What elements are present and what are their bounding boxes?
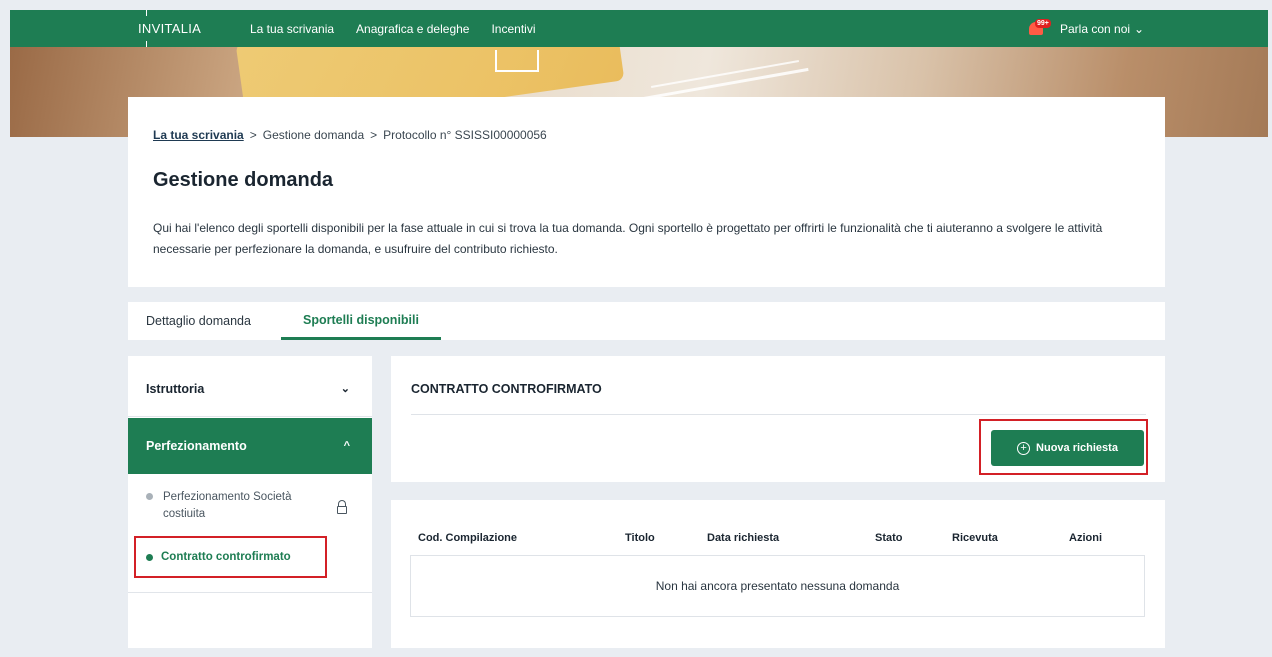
page-title: Gestione domanda	[153, 169, 334, 191]
sidebar-item-label: Contratto controfirmato	[161, 551, 291, 563]
nav-item-scrivania[interactable]: La tua scrivania	[250, 22, 334, 36]
brand-name: INVITALIA	[138, 21, 202, 36]
notification-badge: 99+	[1035, 19, 1051, 28]
notifications-bell-icon[interactable]: 99+	[1027, 19, 1051, 39]
sidebar-item-label: Perfezionamento Società costiuita	[163, 491, 292, 520]
breadcrumb-separator: >	[370, 128, 378, 142]
nav-item-incentivi[interactable]: Incentivi	[491, 22, 535, 36]
top-navbar: INVITALIA La tua scrivania Anagrafica e …	[10, 10, 1268, 47]
new-request-button[interactable]: + Nuova richiesta	[991, 430, 1144, 466]
divider	[128, 592, 372, 593]
new-request-label: Nuova richiesta	[1036, 442, 1118, 454]
tabs-bar: Dettaglio domanda Sportelli disponibili	[128, 302, 1165, 340]
lock-icon	[337, 500, 347, 514]
page-header-panel: La tua scrivania > Gestione domanda > Pr…	[128, 97, 1165, 287]
accordion-label: Perfezionamento	[146, 439, 247, 453]
main-nav: La tua scrivania Anagrafica e deleghe In…	[250, 10, 536, 47]
nav-item-anagrafica[interactable]: Anagrafica e deleghe	[356, 22, 469, 36]
column-header-titolo: Titolo	[625, 532, 655, 544]
empty-state-message: Non hai ancora presentato nessuna domand…	[410, 555, 1145, 617]
sidebar-accordion: Istruttoria ⌄ Perfezionamento ^ Perfezio…	[128, 356, 372, 648]
breadcrumb-separator: >	[249, 128, 257, 142]
section-title: CONTRATTO CONTROFIRMATO	[411, 382, 602, 396]
plus-circle-icon: +	[1017, 441, 1031, 455]
column-header-azioni: Azioni	[1069, 532, 1102, 544]
contact-menu[interactable]: Parla con noi ⌄	[1060, 10, 1144, 47]
accordion-label: Istruttoria	[146, 381, 205, 396]
tab-dettaglio-domanda[interactable]: Dettaglio domanda	[146, 302, 251, 340]
accordion-istruttoria[interactable]: Istruttoria ⌄	[128, 361, 372, 417]
sidebar-item-contratto-controfirmato[interactable]: Contratto controfirmato	[134, 536, 327, 578]
logo-tick-top	[146, 10, 147, 16]
chevron-down-icon: ⌄	[1134, 21, 1145, 36]
contract-section: CONTRATTO CONTROFIRMATO + Nuova richiest…	[391, 356, 1165, 482]
accordion-perfezionamento[interactable]: Perfezionamento ^	[128, 418, 372, 474]
divider	[411, 414, 1146, 415]
contact-label: Parla con noi	[1060, 21, 1131, 36]
column-header-cod-compilazione: Cod. Compilazione	[418, 532, 517, 544]
breadcrumb-protocol: Protocollo n° SSISSI00000056	[383, 128, 547, 142]
column-header-stato: Stato	[875, 532, 903, 544]
brand-logo[interactable]: INVITALIA	[138, 10, 201, 47]
breadcrumb-section: Gestione domanda	[262, 128, 365, 142]
status-dot	[146, 493, 153, 500]
column-header-data-richiesta: Data richiesta	[707, 532, 780, 544]
column-header-ricevuta: Ricevuta	[952, 532, 998, 544]
breadcrumb: La tua scrivania > Gestione domanda > Pr…	[153, 128, 547, 142]
hero-envelope-shape	[495, 50, 539, 72]
tab-sportelli-disponibili[interactable]: Sportelli disponibili	[281, 302, 441, 340]
page-description: Qui hai l'elenco degli sportelli disponi…	[153, 221, 1103, 256]
requests-table: Cod. Compilazione Titolo Data richiesta …	[391, 500, 1165, 648]
chevron-up-icon: ^	[343, 440, 350, 452]
breadcrumb-home-link[interactable]: La tua scrivania	[153, 128, 244, 142]
active-dot	[146, 553, 153, 561]
sidebar-item-perfezionamento-societa[interactable]: Perfezionamento Società costiuita	[146, 489, 303, 523]
chevron-down-icon: ⌄	[340, 383, 350, 395]
